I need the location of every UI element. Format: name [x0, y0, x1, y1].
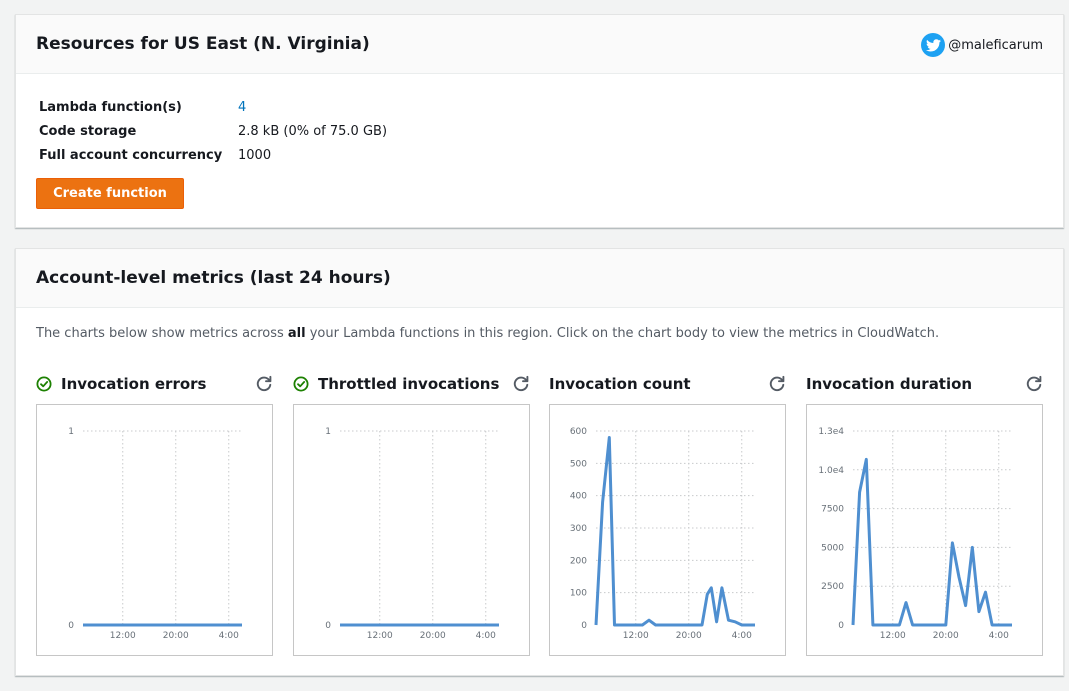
kv-key: Full account concurrency [39, 147, 223, 163]
y-tick-label: 7500 [821, 505, 844, 515]
twitter-handle[interactable]: @maleficarum [948, 38, 1043, 53]
y-tick-label: 600 [570, 427, 587, 437]
function-count-link[interactable]: 4 [238, 100, 246, 115]
x-tick-label: 4:00 [219, 631, 239, 641]
metrics-panel: Account-level metrics (last 24 hours) Th… [15, 248, 1064, 676]
refresh-icon[interactable] [1025, 375, 1043, 393]
chart-header: Throttled invocations [293, 373, 530, 395]
create-function-button[interactable]: Create function [36, 178, 184, 209]
chart-body[interactable]: 1 0 12:00 20:00 4:00 [36, 404, 273, 656]
chart-body[interactable]: 1 0 12:00 20:00 4:00 [293, 404, 530, 656]
y-tick-label: 1 [68, 427, 74, 437]
x-tick-label: 4:00 [732, 631, 752, 641]
y-tick-label: 400 [570, 492, 587, 502]
y-tick-label: 0 [838, 621, 844, 631]
x-tick-label: 12:00 [110, 631, 136, 641]
check-circle-icon [293, 376, 309, 392]
refresh-icon[interactable] [255, 375, 273, 393]
x-tick-label: 4:00 [989, 631, 1009, 641]
x-tick-label: 4:00 [476, 631, 496, 641]
kv-row-concurrency: Full account concurrency 1000 [39, 143, 387, 167]
kv-value: 1000 [238, 147, 272, 163]
chart-body[interactable]: 600 500 400 300 200 100 0 12:00 20:00 4:00 [549, 404, 786, 656]
chart-duration: Invocation duration 1.3e4 1.0e4 7500 5000 250… [806, 373, 1043, 656]
description-text: The charts below show metrics across [36, 326, 288, 341]
metrics-header: Account-level metrics (last 24 hours) [16, 249, 1063, 308]
y-tick-label: 300 [570, 524, 587, 534]
chart-svg[interactable]: 1 0 12:00 20:00 4:00 [294, 405, 529, 655]
y-tick-label: 2500 [821, 582, 844, 592]
series-line [594, 436, 755, 627]
twitter-icon[interactable] [921, 33, 946, 57]
x-tick-label: 12:00 [367, 631, 393, 641]
y-tick-label: 0 [581, 621, 587, 631]
y-tick-label: 0 [68, 621, 74, 631]
chart-body[interactable]: 1.3e4 1.0e4 7500 5000 2500 0 12:00 20:00 4:00 [806, 404, 1043, 656]
chart-header: Invocation errors [36, 373, 273, 395]
y-tick-label: 1.0e4 [818, 466, 844, 476]
y-tick-label: 0 [325, 621, 331, 631]
metrics-description: The charts below show metrics across all… [36, 326, 939, 341]
x-tick-label: 20:00 [933, 631, 959, 641]
chart-title: Invocation errors [61, 375, 207, 393]
kv-key: Code storage [39, 123, 137, 139]
description-text: your Lambda functions in this region. Cl… [305, 326, 940, 341]
check-circle-icon [36, 376, 52, 392]
resources-panel: Resources for US East (N. Virginia) @mal… [15, 14, 1064, 228]
kv-row-code-storage: Code storage 2.8 kB (0% of 75.0 GB) [39, 119, 387, 143]
chart-svg[interactable]: 1.3e4 1.0e4 7500 5000 2500 0 12:00 20:00 4:00 [807, 405, 1042, 655]
chart-throttles: Throttled invocations 1 0 12:00 20:00 4:00 [293, 373, 530, 656]
metrics-title: Account-level metrics (last 24 hours) [36, 268, 391, 288]
kv-key: Lambda function(s) [39, 99, 182, 115]
resource-summary: Lambda function(s) 4 Code storage 2.8 kB… [39, 95, 387, 167]
x-tick-label: 12:00 [880, 631, 906, 641]
refresh-icon[interactable] [768, 375, 786, 393]
kv-value: 2.8 kB (0% of 75.0 GB) [238, 123, 388, 139]
y-tick-label: 1.3e4 [818, 427, 844, 437]
chart-title: Invocation count [549, 375, 691, 393]
chart-header: Invocation count [549, 373, 786, 395]
chart-svg[interactable]: 600 500 400 300 200 100 0 12:00 20:00 4:00 [550, 405, 785, 655]
y-tick-label: 500 [570, 459, 587, 469]
x-tick-label: 20:00 [420, 631, 446, 641]
kv-row-functions: Lambda function(s) 4 [39, 95, 387, 119]
y-tick-label: 100 [570, 589, 587, 599]
y-tick-label: 200 [570, 556, 587, 566]
chart-errors: Invocation errors 1 0 12:00 20:00 4:00 [36, 373, 273, 656]
series-line [851, 457, 1012, 627]
chart-title: Invocation duration [806, 375, 973, 393]
description-bold: all [287, 326, 306, 341]
resources-header: Resources for US East (N. Virginia) @mal… [16, 15, 1063, 74]
refresh-icon[interactable] [512, 375, 530, 393]
y-tick-label: 5000 [821, 543, 844, 553]
chart-svg[interactable]: 1 0 12:00 20:00 4:00 [37, 405, 272, 655]
x-tick-label: 12:00 [623, 631, 649, 641]
twitter-link[interactable]: @maleficarum [921, 33, 1043, 57]
chart-invocations: Invocation count 600 500 400 300 200 100 0 12:00… [549, 373, 786, 656]
x-tick-label: 20:00 [163, 631, 189, 641]
chart-title: Throttled invocations [318, 375, 500, 393]
chart-header: Invocation duration [806, 373, 1043, 395]
x-tick-label: 20:00 [676, 631, 702, 641]
y-tick-label: 1 [325, 427, 331, 437]
resources-title: Resources for US East (N. Virginia) [36, 34, 370, 54]
